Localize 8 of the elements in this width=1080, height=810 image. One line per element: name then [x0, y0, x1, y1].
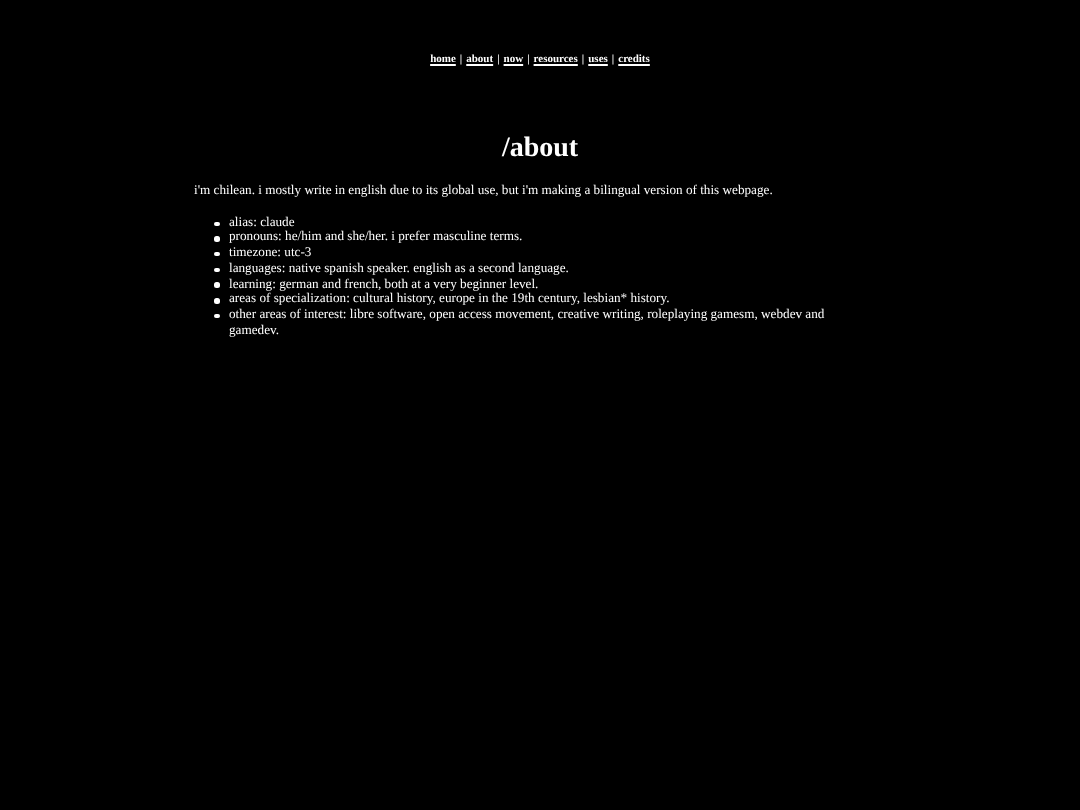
page-heading: /about [501, 134, 579, 166]
bullet-icon [214, 251, 219, 257]
bullet-icon [214, 221, 219, 226]
bullet-icon [214, 282, 219, 288]
bullet-icon [214, 313, 219, 319]
bullet-icon [214, 267, 219, 273]
bullet-icon [214, 236, 219, 242]
bullet-icon [214, 298, 219, 304]
